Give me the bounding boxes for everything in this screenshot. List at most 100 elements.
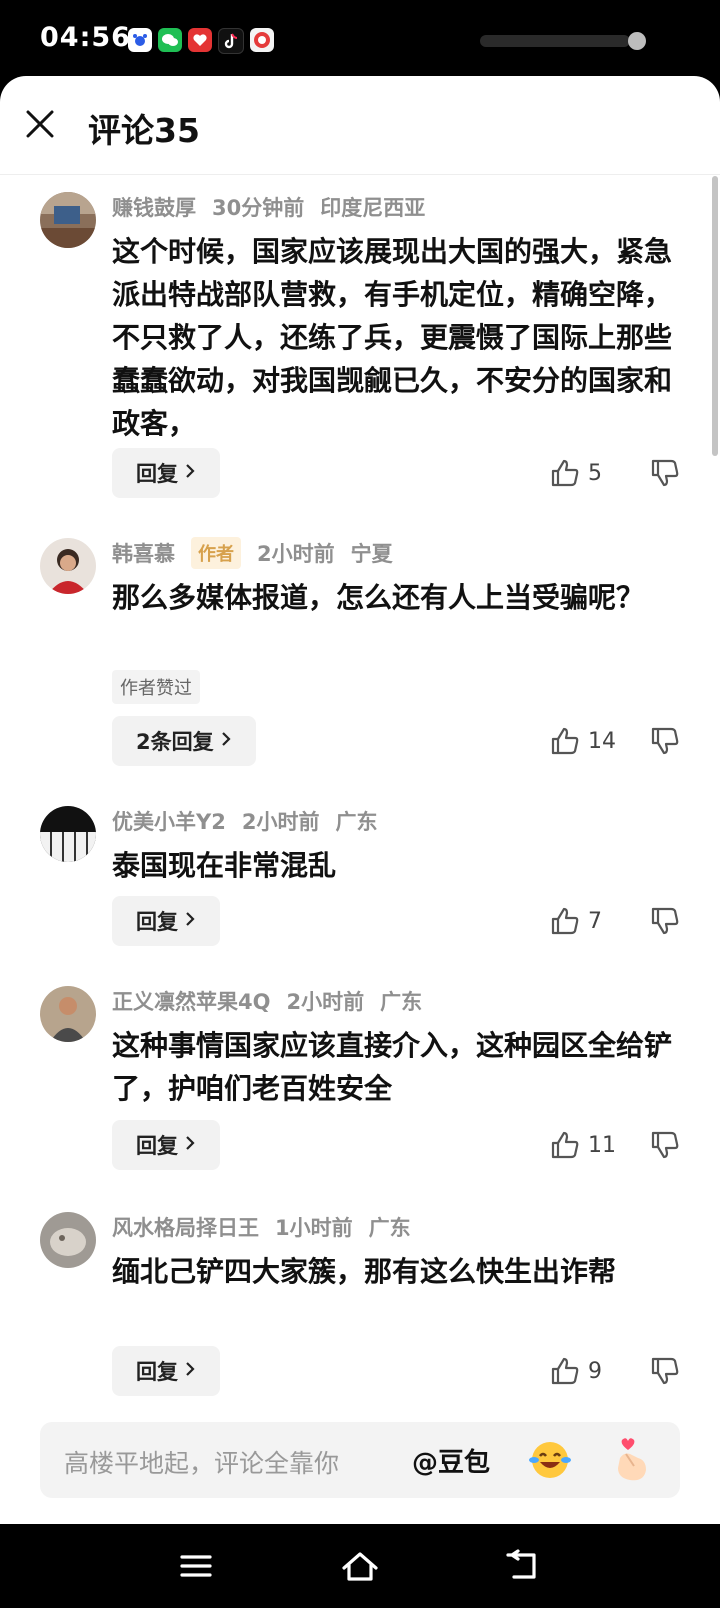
username[interactable]: 赚钱鼓厚 [112, 192, 196, 222]
avatar[interactable] [40, 806, 96, 862]
comments-title: 评论35 [88, 111, 200, 150]
status-time: 04:56 [40, 22, 131, 53]
comment-input[interactable]: 高楼平地起，评论全靠你 [64, 1444, 339, 1480]
comment-location: 广东 [368, 1216, 411, 1240]
username[interactable]: 正义凛然苹果4Q [112, 986, 270, 1016]
comment-meta: 优美小羊Y2 2小时前 广东 [112, 806, 393, 836]
comment-location: 宁夏 [350, 542, 393, 566]
like-button[interactable]: 9 [550, 1356, 622, 1386]
comment-meta: 正义凛然苹果4Q 2小时前 广东 [112, 986, 438, 1016]
avatar[interactable] [40, 538, 96, 594]
like-count: 11 [588, 1132, 616, 1158]
red-app-icon [188, 28, 212, 52]
wechat-icon [158, 28, 182, 52]
finger-heart-emoji-icon[interactable] [610, 1436, 654, 1484]
thumbs-up-icon [551, 907, 579, 935]
comment-actions: 14 [550, 716, 680, 766]
comment-location: 印度尼西亚 [320, 196, 426, 220]
like-button[interactable]: 5 [550, 458, 622, 488]
comment-text: 泰国现在非常混乱 [112, 849, 337, 882]
comment-location: 广东 [380, 990, 423, 1014]
chevron-right-icon [184, 1133, 196, 1157]
comment-meta: 赚钱鼓厚 30分钟前 印度尼西亚 [112, 192, 441, 222]
scrollbar[interactable] [712, 176, 718, 456]
comment-list[interactable]: 赚钱鼓厚 30分钟前 印度尼西亚 这个时候，国家应该展现出大国的强大，紧急派出特… [0, 176, 720, 1482]
reply-label: 回复 [136, 1134, 178, 1158]
comment-time: 1小时前 [275, 1216, 353, 1240]
comment-location: 广东 [335, 810, 378, 834]
thumbs-up-icon [551, 1131, 579, 1159]
like-count: 5 [588, 460, 602, 486]
baidu-icon [128, 28, 152, 52]
comment-text: 这个时候，国家应该展现出大国的强大，紧急派出特战部队营救，有手机定位，精确空降，… [112, 235, 673, 440]
thumbs-down-icon [651, 907, 679, 935]
reply-button[interactable]: 回复 [112, 1346, 220, 1396]
reply-label: 2条回复 [136, 730, 214, 754]
mention-button[interactable]: @豆包 [412, 1442, 490, 1479]
thumbs-up-icon [551, 459, 579, 487]
avatar[interactable] [40, 1212, 96, 1268]
dislike-button[interactable] [650, 1130, 680, 1160]
username[interactable]: 风水格局择日王 [112, 1212, 259, 1242]
comment-time: 2小时前 [241, 810, 320, 834]
thumbs-down-icon [651, 727, 679, 755]
reply-label: 回复 [136, 462, 178, 486]
chevron-right-icon [184, 1359, 196, 1383]
comment-composer[interactable]: 高楼平地起，评论全靠你 @豆包 [40, 1422, 680, 1498]
dislike-button[interactable] [650, 458, 680, 488]
reply-button[interactable]: 回复 [112, 896, 220, 946]
thumbs-down-icon [651, 1131, 679, 1159]
thumbs-up-icon [551, 727, 579, 755]
avatar[interactable] [40, 192, 96, 248]
laughing-tears-emoji-icon[interactable] [528, 1438, 572, 1482]
thumbs-down-icon [651, 459, 679, 487]
game-app-icon [250, 28, 274, 52]
comment-text: 这种事情国家应该直接介入，这种园区全给铲了，护咱们老百姓安全 [112, 1029, 673, 1105]
avatar[interactable] [40, 986, 96, 1042]
reply-button[interactable]: 回复 [112, 1120, 220, 1170]
comment-time: 30分钟前 [212, 196, 305, 220]
reply-label: 回复 [136, 910, 178, 934]
like-button[interactable]: 11 [550, 1130, 622, 1160]
comment-text: 那么多媒体报道，怎么还有人上当受骗呢？ [112, 581, 645, 614]
tiktok-icon [218, 28, 244, 54]
comment-header: 评论35 [0, 76, 720, 175]
chevron-right-icon [184, 909, 196, 933]
comment-actions: 7 [550, 896, 680, 946]
thumbs-up-icon [551, 1357, 579, 1385]
thumbs-down-icon [651, 1357, 679, 1385]
comment-actions: 5 [550, 448, 680, 498]
comment-time: 2小时前 [286, 990, 365, 1014]
comment-actions: 11 [550, 1120, 680, 1170]
like-button[interactable]: 14 [550, 726, 622, 756]
like-count: 14 [588, 728, 616, 754]
home-icon[interactable] [340, 1546, 380, 1586]
notification-icons [128, 28, 274, 54]
chevron-right-icon [184, 461, 196, 485]
username[interactable]: 优美小羊Y2 [112, 806, 226, 836]
like-count: 7 [588, 908, 602, 934]
comment-meta: 风水格局择日王 1小时前 广东 [112, 1212, 427, 1242]
dislike-button[interactable] [650, 906, 680, 936]
comment-actions: 9 [550, 1346, 680, 1396]
reply-button[interactable]: 回复 [112, 448, 220, 498]
comment-time: 2小时前 [257, 542, 335, 566]
username[interactable]: 韩喜慕 [112, 538, 175, 568]
chevron-right-icon [220, 729, 232, 753]
comment-text: 缅北己铲四大家簇，那有这么快生出诈帮 [112, 1255, 617, 1288]
like-button[interactable]: 7 [550, 906, 622, 936]
back-icon[interactable] [502, 1546, 542, 1586]
dislike-button[interactable] [650, 726, 680, 756]
view-replies-button[interactable]: 2条回复 [112, 716, 256, 766]
author-liked-badge: 作者赞过 [112, 670, 200, 704]
menu-icon[interactable] [176, 1546, 216, 1586]
comment-sheet: 评论35 赚钱鼓厚 30分钟前 印度尼西亚 这个时候，国家应该展现出大国的强大，… [0, 76, 720, 1524]
comment-meta: 韩喜慕 作者 2小时前 宁夏 [112, 537, 409, 569]
close-icon[interactable] [22, 106, 58, 142]
status-bar: 04:56 [0, 0, 720, 80]
like-count: 9 [588, 1358, 602, 1384]
system-nav-bar [0, 1524, 720, 1608]
dislike-button[interactable] [650, 1356, 680, 1386]
author-badge: 作者 [191, 537, 241, 569]
reply-label: 回复 [136, 1360, 178, 1384]
